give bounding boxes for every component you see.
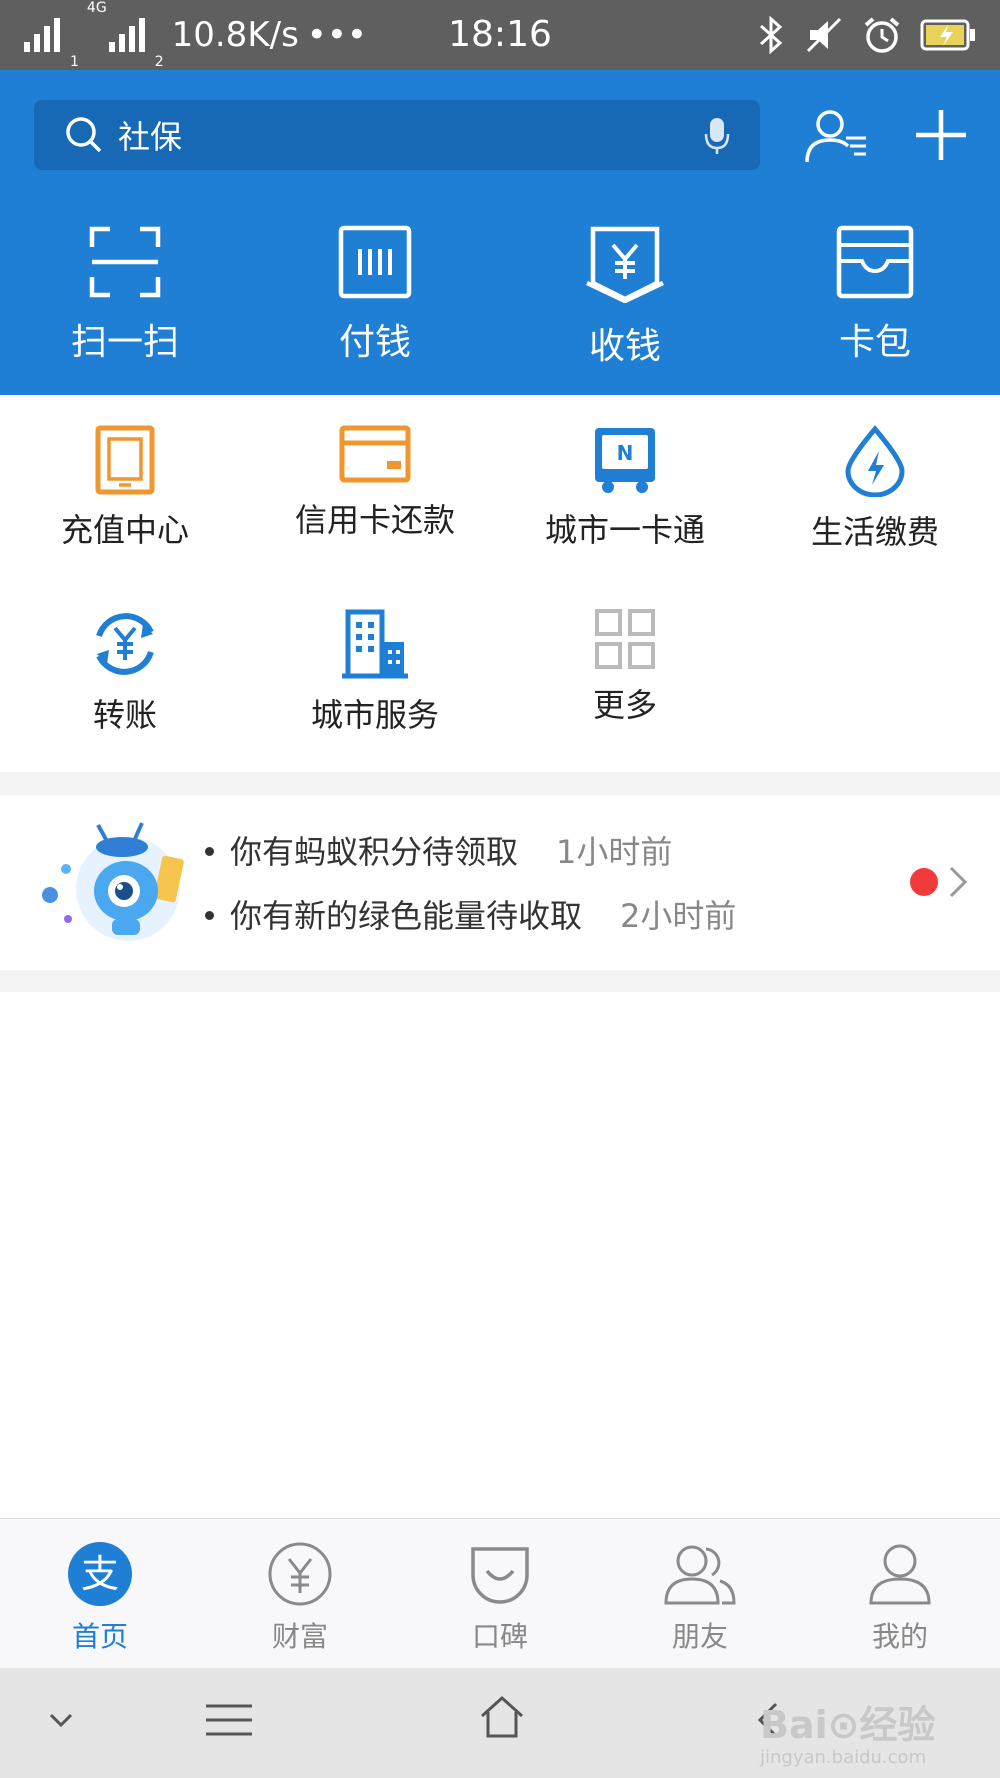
tab-wealth[interactable]: 财富 (200, 1541, 400, 1655)
bullet-dot (205, 846, 214, 856)
home-icon[interactable] (478, 1694, 526, 1740)
city-service-icon (342, 609, 408, 679)
section-divider (0, 970, 1000, 992)
quick-action-label: 付钱 (338, 322, 411, 363)
microphone-icon[interactable] (704, 116, 730, 156)
quick-action-cards[interactable]: 卡包 (750, 225, 1000, 365)
header: 社保 扫一扫 付钱 收钱 卡包 (0, 70, 1000, 395)
quick-action-scan[interactable]: 扫一扫 (0, 225, 250, 365)
watermark-brand: Bai⊙经验 (760, 1703, 936, 1747)
alipay-home-icon: 支 (68, 1542, 132, 1606)
service-label: 城市服务 (310, 696, 439, 734)
tab-label: 财富 (271, 1620, 328, 1653)
notice-text: 你有新的绿色能量待收取 (230, 897, 583, 935)
system-nav-bar: Bai⊙经验 jingyan.baidu.com (0, 1668, 1000, 1778)
search-bar[interactable]: 社保 (34, 100, 760, 170)
notice-item[interactable]: 你有蚂蚁积分待领取 1小时前 (205, 827, 672, 873)
notice-text: 你有蚂蚁积分待领取 (230, 833, 519, 871)
notification-card[interactable]: 你有蚂蚁积分待领取 1小时前 你有新的绿色能量待收取 2小时前 (0, 795, 1000, 970)
service-more[interactable]: 更多 (500, 608, 750, 726)
service-label: 信用卡还款 (294, 501, 455, 539)
tab-label: 我的 (871, 1620, 928, 1653)
section-divider (0, 772, 1000, 795)
service-credit-card-repay[interactable]: 信用卡还款 (250, 425, 500, 541)
pay-code-icon (338, 225, 412, 299)
sim1-label: 1 (70, 54, 79, 70)
quick-action-label: 卡包 (838, 322, 911, 363)
search-icon (66, 117, 102, 153)
service-label: 生活缴费 (810, 513, 939, 551)
tab-profile[interactable]: 我的 (800, 1541, 1000, 1655)
koubei-icon (471, 1547, 529, 1604)
unread-badge (910, 868, 938, 896)
notice-time: 2小时前 (620, 897, 737, 935)
phone-recharge-icon (95, 425, 155, 495)
service-city-services[interactable]: 城市服务 (250, 608, 500, 736)
friends-icon (664, 1545, 736, 1605)
quick-action-pay[interactable]: 付钱 (250, 225, 500, 365)
transit-card-icon: N (595, 428, 655, 493)
sim2-label: 2 (154, 54, 164, 70)
bullet-dot (205, 910, 214, 920)
quick-action-receive[interactable]: 收钱 (500, 225, 750, 369)
service-transit-card[interactable]: N 城市一卡通 (500, 425, 750, 551)
svg-text:N: N (617, 441, 634, 465)
ant-mascot-icon (42, 822, 184, 941)
content-area (0, 992, 1000, 1518)
search-input[interactable]: 社保 (118, 112, 182, 158)
watermark-site: jingyan.baidu.com (760, 1747, 927, 1768)
tab-koubei[interactable]: 口碑 (400, 1541, 600, 1655)
contacts-icon[interactable] (804, 108, 870, 164)
svg-text:支: 支 (81, 1552, 119, 1596)
tab-friends[interactable]: 朋友 (600, 1541, 800, 1655)
wealth-yen-icon (268, 1542, 332, 1606)
bluetooth-icon (759, 15, 783, 55)
bottom-tab-bar: 支 首页 财富 口碑 朋友 我的 (0, 1518, 1000, 1668)
service-utility-bills[interactable]: 生活缴费 (750, 425, 1000, 553)
mute-icon (806, 17, 842, 53)
profile-icon (869, 1544, 931, 1605)
service-transfer[interactable]: 转账 (0, 608, 250, 736)
notice-time: 1小时前 (556, 833, 673, 871)
utility-bill-icon (845, 425, 905, 497)
service-label: 充值中心 (60, 511, 189, 549)
service-label: 城市一卡通 (544, 511, 705, 549)
more-grid-icon (595, 609, 655, 669)
card-wallet-icon (836, 225, 914, 299)
battery-charging-icon (920, 19, 975, 51)
quick-action-label: 收钱 (588, 326, 661, 367)
quick-action-label: 扫一扫 (70, 322, 179, 363)
status-bar: 1 4G 2 10.8K/s ••• 18:16 (0, 0, 1000, 70)
chevron-down-icon[interactable] (48, 1712, 74, 1728)
scan-icon (89, 226, 161, 298)
baidu-jingyan-watermark: Bai⊙经验 jingyan.baidu.com (760, 1694, 935, 1768)
tab-label: 首页 (71, 1620, 128, 1653)
credit-card-icon (339, 425, 411, 483)
notice-item[interactable]: 你有新的绿色能量待收取 2小时前 (205, 891, 736, 937)
tab-label: 朋友 (671, 1620, 728, 1653)
service-label: 更多 (592, 686, 657, 724)
service-label: 转账 (92, 696, 157, 734)
tab-home[interactable]: 支 首页 (0, 1541, 200, 1655)
alarm-icon (864, 17, 900, 53)
menu-icon[interactable] (204, 1702, 254, 1738)
chevron-right-icon[interactable] (948, 865, 968, 899)
service-recharge-center[interactable]: 充值中心 (0, 425, 250, 551)
status-right (756, 0, 976, 70)
plus-icon[interactable] (914, 108, 968, 162)
transfer-icon (96, 613, 154, 675)
tab-label: 口碑 (471, 1620, 528, 1653)
receive-money-icon (586, 226, 664, 303)
